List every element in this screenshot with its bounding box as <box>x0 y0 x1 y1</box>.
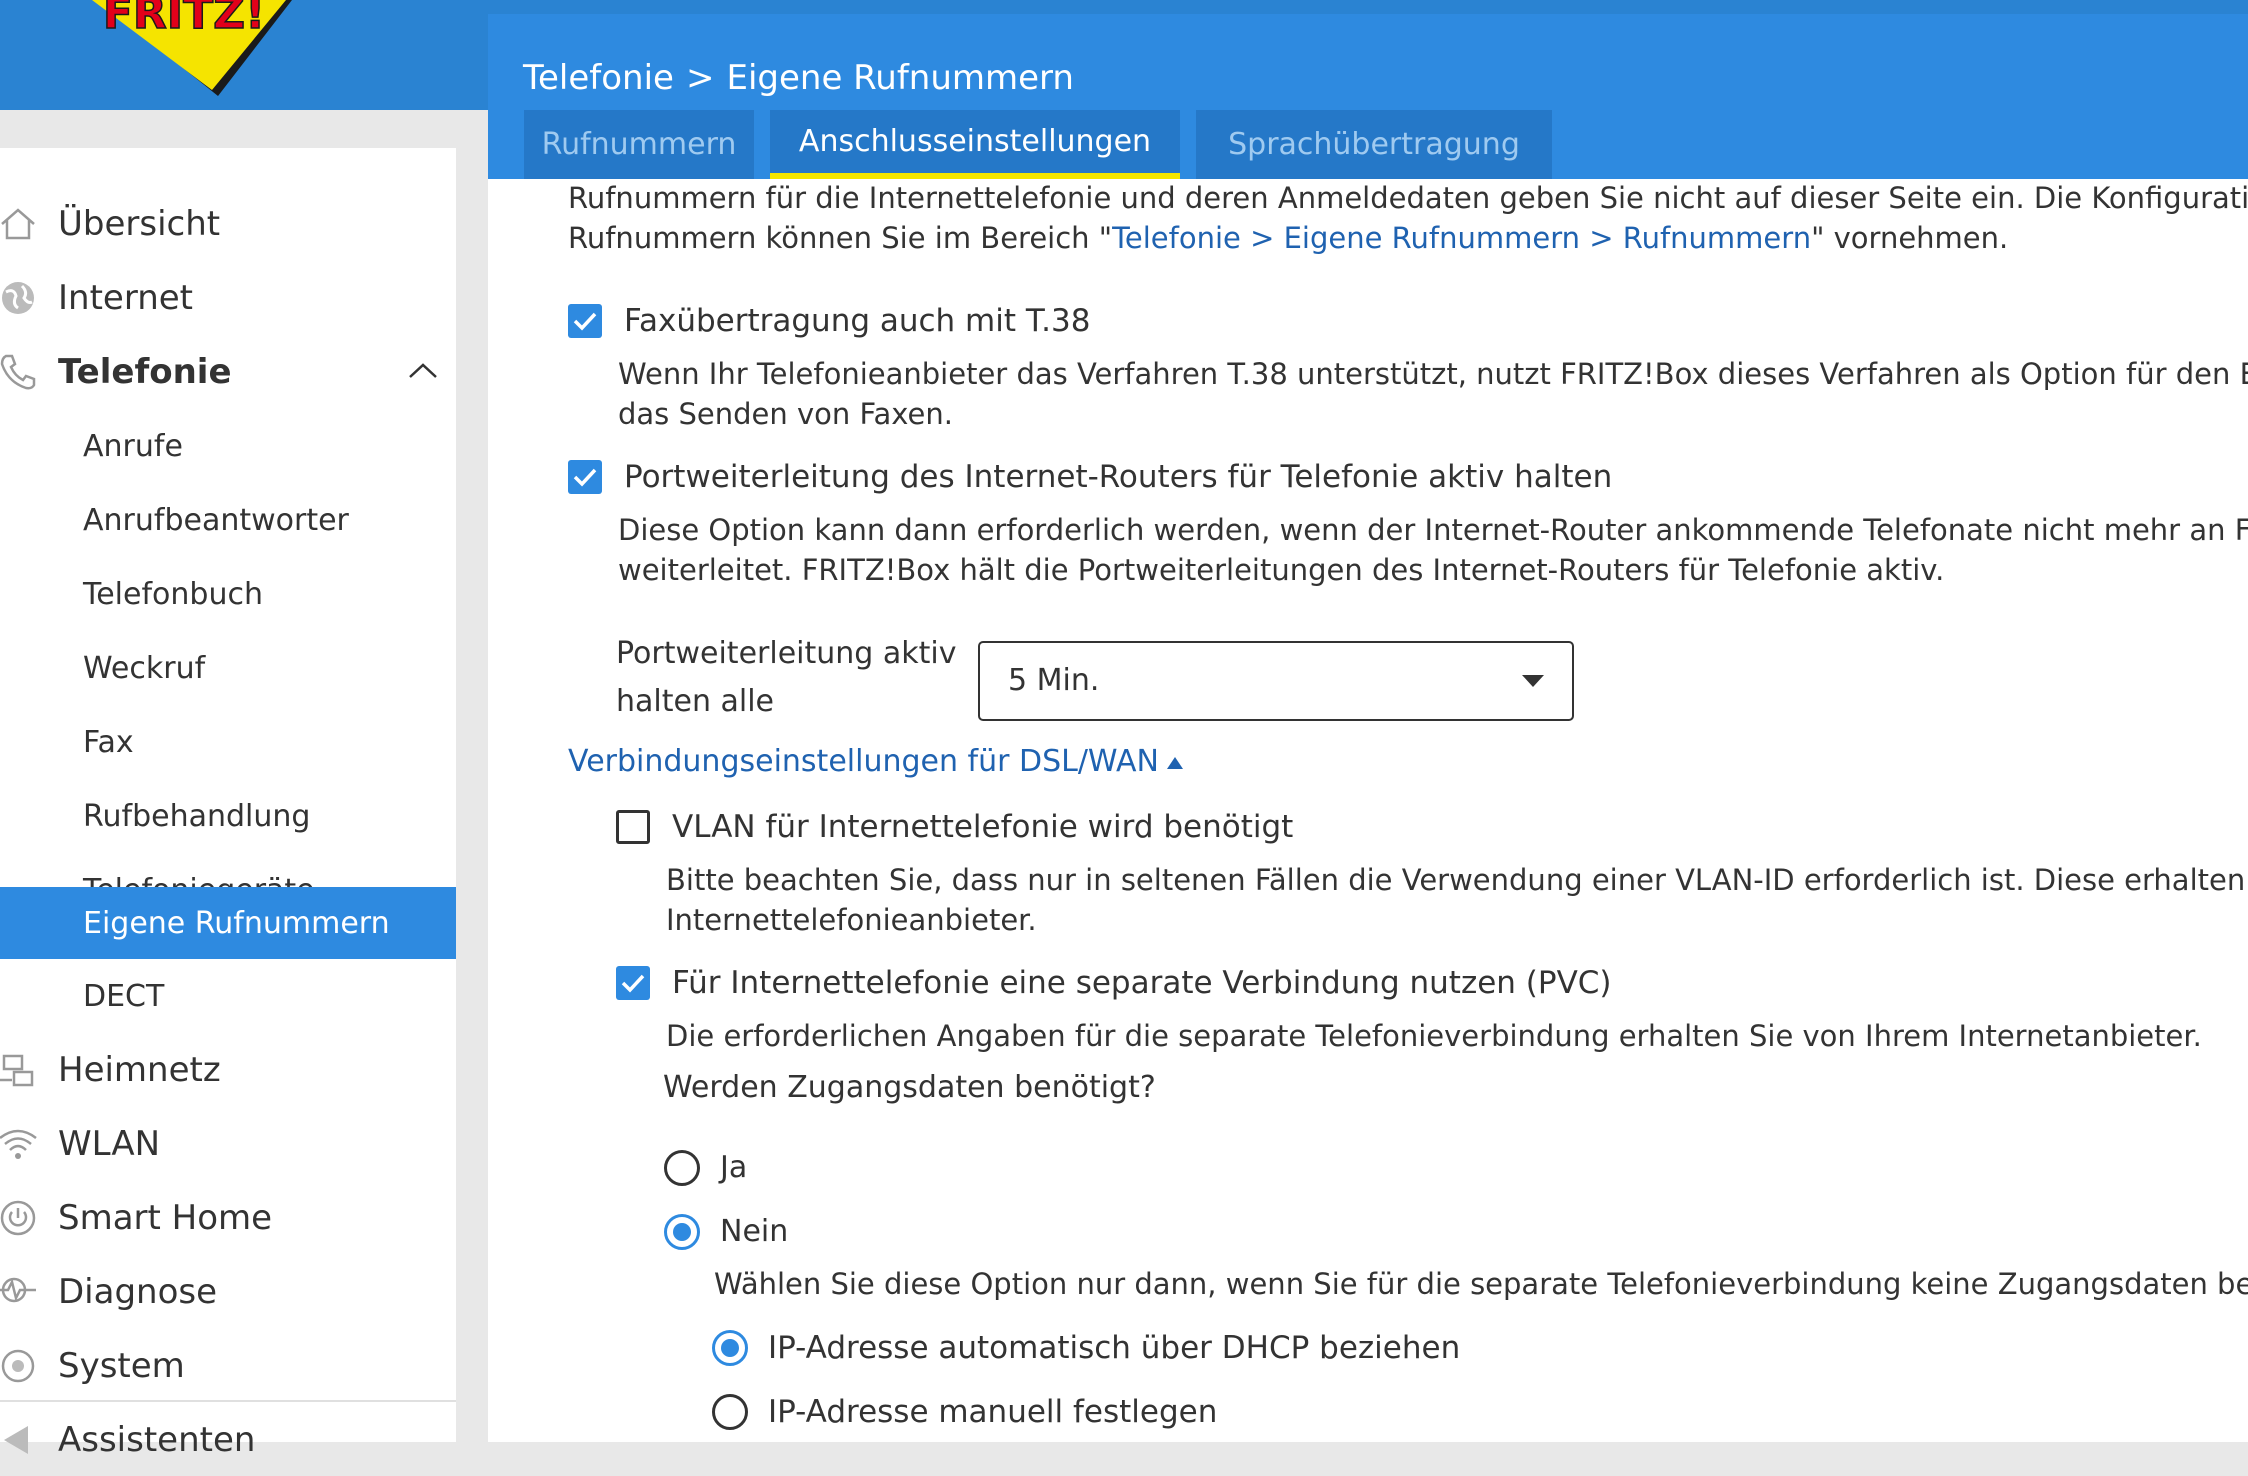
ip-manual-label[interactable]: IP-Adresse manuell festlegen <box>768 1392 1217 1432</box>
portweiterleitung-desc-1: Diese Option kann dann erforderlich werd… <box>618 513 2248 547</box>
power-icon <box>0 1198 38 1238</box>
system-icon <box>0 1346 38 1386</box>
sidebar-item-dect[interactable]: DECT <box>0 960 456 1032</box>
fritz-logo[interactable]: FRITZ! <box>80 0 330 100</box>
vlan-checkbox[interactable] <box>616 810 650 844</box>
sidebar-item-weckruf[interactable]: Weckruf <box>0 632 456 704</box>
tab-rufnummern[interactable]: Rufnummern <box>524 110 754 179</box>
fritz-logo-icon: FRITZ! <box>92 0 292 96</box>
tab-anschlusseinstellungen[interactable]: Anschlusseinstellungen <box>770 110 1180 179</box>
sidebar-item-telefonie[interactable]: Telefonie <box>0 336 456 408</box>
main-content: Telefonie > Eigene Rufnummern Rufnummern… <box>488 14 2248 1442</box>
pvc-desc: Die erforderlichen Angaben für die separ… <box>666 1019 2202 1053</box>
pulse-icon <box>0 1272 38 1312</box>
sidebar-item-wlan[interactable]: WLAN <box>0 1108 456 1180</box>
checkmark-icon <box>621 974 645 993</box>
sidebar-item-fax[interactable]: Fax <box>0 706 456 778</box>
dsl-wan-toggle-link[interactable]: Verbindungseinstellungen für DSL/WAN <box>568 744 1183 779</box>
sidebar-item-internet[interactable]: Internet <box>0 262 456 334</box>
wizard-icon <box>0 1420 38 1460</box>
sidebar-item-system[interactable]: System <box>0 1330 456 1402</box>
fax-t38-desc-1: Wenn Ihr Telefonieanbieter das Verfahren… <box>618 357 2248 391</box>
checkmark-icon <box>573 312 597 331</box>
sidebar-item-anrufe[interactable]: Anrufe <box>0 410 456 482</box>
caret-down-icon <box>1522 675 1544 687</box>
home-icon <box>0 204 38 244</box>
sidebar-item-uebersicht[interactable]: Übersicht <box>0 188 456 260</box>
portweiterleitung-checkbox[interactable] <box>568 460 602 494</box>
fax-t38-label[interactable]: Faxübertragung auch mit T.38 <box>624 301 1090 341</box>
nein-desc: Wählen Sie diese Option nur dann, wenn S… <box>714 1267 2248 1301</box>
breadcrumb-separator: > <box>685 58 715 98</box>
zugangsdaten-ja-radio[interactable] <box>664 1150 700 1186</box>
zugangsdaten-nein-radio[interactable] <box>664 1214 700 1250</box>
zugangsdaten-ja-label[interactable]: Ja <box>720 1148 747 1188</box>
sidebar-item-eigene-rufnummern[interactable]: Eigene Rufnummern <box>0 887 456 959</box>
vlan-desc-1: Bitte beachten Sie, dass nur in seltenen… <box>666 863 2248 897</box>
intro-line-1: Rufnummern für die Internettelefonie und… <box>568 181 2248 215</box>
zugangsdaten-question: Werden Zugangsdaten benötigt? <box>663 1070 1156 1105</box>
content-header: Telefonie > Eigene Rufnummern Rufnummern… <box>488 14 2248 179</box>
fax-t38-checkbox[interactable] <box>568 304 602 338</box>
ip-manual-radio[interactable] <box>712 1394 748 1430</box>
breadcrumb-page: Eigene Rufnummern <box>726 58 1074 98</box>
sidebar-item-heimnetz[interactable]: Heimnetz <box>0 1034 456 1106</box>
sidebar-item-telefonbuch[interactable]: Telefonbuch <box>0 558 456 630</box>
sidebar-item-anrufbeantworter[interactable]: Anrufbeantworter <box>0 484 456 556</box>
sidebar-divider <box>0 1400 456 1402</box>
tab-bar: Rufnummern Anschlusseinstellungen Sprach… <box>524 110 1568 179</box>
wifi-icon <box>0 1124 38 1164</box>
sidebar: Übersicht Internet Telefonie Anrufe Anru… <box>0 148 456 1460</box>
network-icon <box>0 1050 38 1090</box>
logo-text: FRITZ! <box>103 0 265 39</box>
breadcrumb-section[interactable]: Telefonie <box>523 58 674 98</box>
vlan-desc-2: Internettelefonieanbieter. <box>666 903 1037 937</box>
chevron-up-icon[interactable] <box>406 354 440 397</box>
vlan-label[interactable]: VLAN für Internettelefonie wird benötigt <box>672 807 1293 847</box>
pvc-checkbox[interactable] <box>616 966 650 1000</box>
keepalive-select-value: 5 Min. <box>1008 663 1100 698</box>
keepalive-label-2: halten alle <box>616 684 775 719</box>
caret-up-icon <box>1166 756 1183 769</box>
sidebar-item-smart-home[interactable]: Smart Home <box>0 1182 456 1254</box>
portweiterleitung-desc-2: weiterleitet. FRITZ!Box hält die Portwei… <box>618 553 1945 587</box>
fax-t38-desc-2: das Senden von Faxen. <box>618 397 953 431</box>
portweiterleitung-label[interactable]: Portweiterleitung des Internet-Routers f… <box>624 457 1612 497</box>
rufnummern-link[interactable]: Telefonie > Eigene Rufnummern > Rufnumme… <box>1112 221 1811 255</box>
keepalive-select[interactable]: 5 Min. <box>978 641 1574 721</box>
tab-sprachuebertragung[interactable]: Sprachübertragung <box>1196 110 1552 179</box>
globe-icon <box>0 278 38 318</box>
ip-dhcp-radio[interactable] <box>712 1330 748 1366</box>
breadcrumb: Telefonie > Eigene Rufnummern <box>523 42 1074 114</box>
zugangsdaten-nein-label[interactable]: Nein <box>720 1212 788 1252</box>
intro-line-2: Rufnummern können Sie im Bereich "Telefo… <box>568 221 2009 255</box>
sidebar-item-diagnose[interactable]: Diagnose <box>0 1256 456 1328</box>
checkmark-icon <box>573 468 597 487</box>
sidebar-item-rufbehandlung[interactable]: Rufbehandlung <box>0 780 456 852</box>
ip-dhcp-label[interactable]: IP-Adresse automatisch über DHCP beziehe… <box>768 1328 1460 1368</box>
sidebar-item-assistenten[interactable]: Assistenten <box>0 1404 456 1476</box>
keepalive-label-1: Portweiterleitung aktiv <box>616 636 957 671</box>
phone-icon <box>0 352 38 392</box>
pvc-label[interactable]: Für Internettelefonie eine separate Verb… <box>672 963 1612 1003</box>
